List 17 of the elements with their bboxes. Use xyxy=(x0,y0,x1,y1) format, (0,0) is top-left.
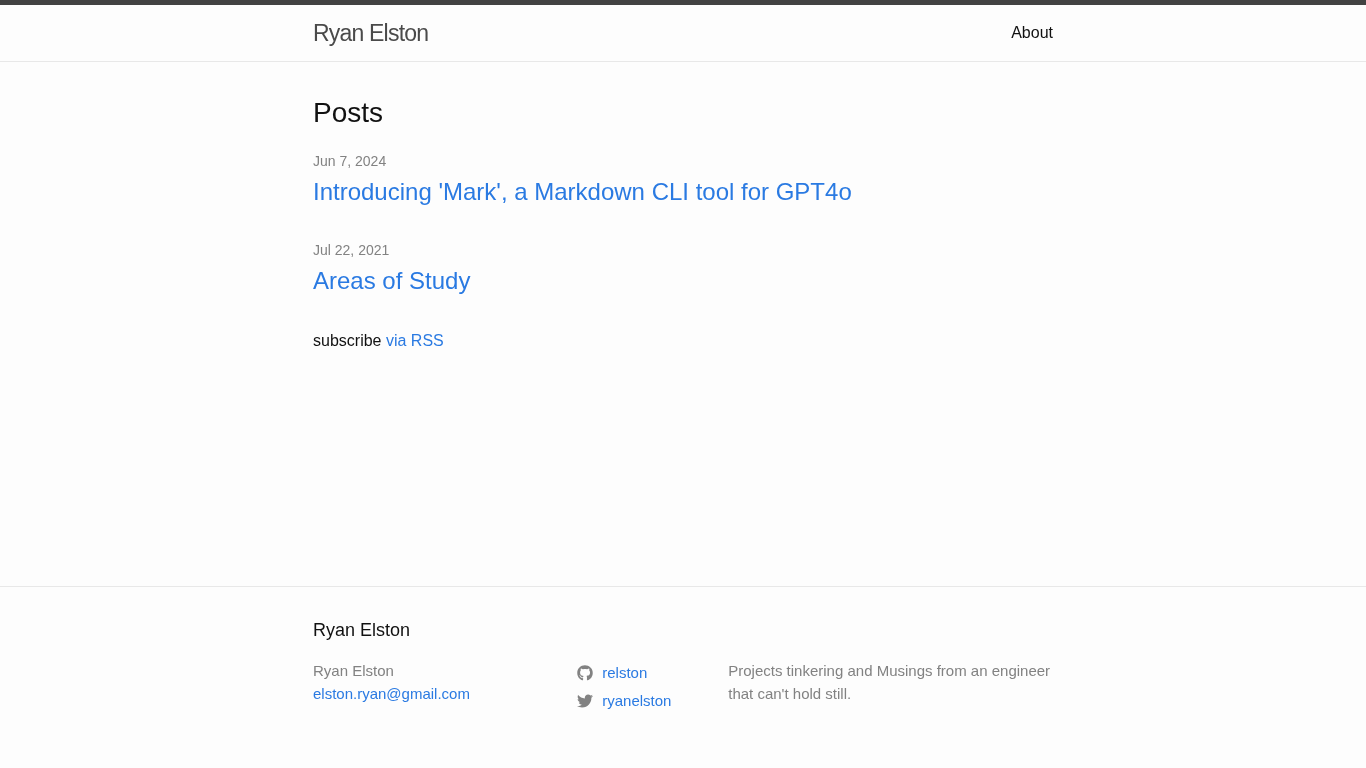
github-link[interactable]: relston xyxy=(577,659,648,687)
subscribe-text: subscribe via RSS xyxy=(313,331,444,351)
nav-link[interactable]: About xyxy=(1011,21,1053,45)
post-title-link[interactable]: Introducing 'Mark', a Markdown CLI tool for GPT4o xyxy=(313,178,852,205)
post-title-link[interactable]: Areas of Study xyxy=(313,267,471,294)
rss-link[interactable]: via RSS xyxy=(385,332,444,349)
bird-icon xyxy=(577,693,594,709)
footer-heading: Ryan Elston xyxy=(313,619,412,642)
post-date: Jul 22, 2021 xyxy=(313,241,391,260)
twitter-link[interactable]: ryanelston xyxy=(577,687,672,715)
octocat-icon xyxy=(577,665,594,681)
site-title[interactable]: Ryan Elston xyxy=(313,5,429,61)
page-heading: Posts xyxy=(313,96,385,130)
post-date: Jun 7, 2024 xyxy=(313,152,388,171)
site-description: Projects tinkering and Musings from an engineer that can't hold still. xyxy=(728,661,1052,704)
author-name: Ryan Elston xyxy=(313,661,394,681)
email-link[interactable]: elston.ryan@gmail.com xyxy=(313,682,470,705)
